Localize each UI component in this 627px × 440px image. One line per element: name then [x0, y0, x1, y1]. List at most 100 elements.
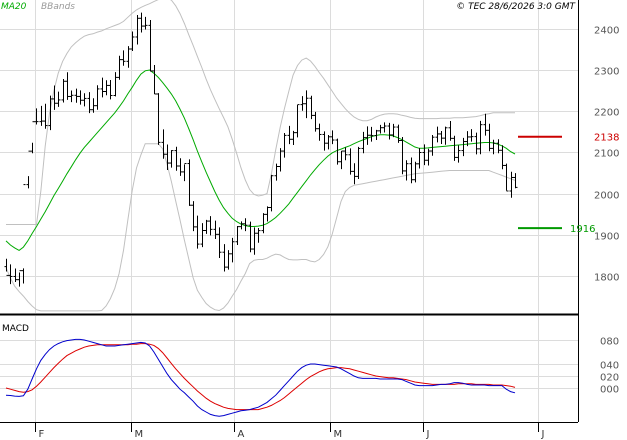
ohlc-bar	[252, 227, 257, 255]
ohlc-bar	[478, 120, 483, 155]
ohlc-bar	[452, 135, 457, 161]
ohlc-bar	[213, 220, 218, 239]
month-tick-labels: FMAMJJ	[35, 422, 545, 440]
ohlc-bar	[69, 90, 74, 103]
macd-tick-label: 000	[600, 385, 619, 396]
ohlc-bar	[17, 270, 22, 287]
ohlc-bar	[91, 98, 96, 113]
ohlc-bar	[65, 72, 70, 100]
ohlc-bar	[317, 123, 322, 141]
macd-line	[5, 338, 516, 417]
ohlc-bar	[396, 124, 401, 143]
month-tick-label: A	[238, 429, 245, 440]
ohlc-bar	[43, 103, 48, 129]
ohlc-bar	[222, 244, 227, 272]
ohlc-bar	[387, 122, 392, 140]
macd-tick-label: 040	[600, 361, 619, 372]
ohlc-bar	[95, 85, 100, 110]
ohlc-bar	[117, 55, 122, 80]
ohlc-bar	[104, 80, 109, 96]
ohlc-bar	[82, 93, 87, 107]
ohlc-bar	[261, 213, 266, 234]
ma20-layer	[5, 69, 516, 251]
price-tick-labels: 1800 1900 2000 2100 2200 2300 2400	[594, 26, 619, 284]
ohlc-bar	[87, 92, 92, 114]
ohlc-bar	[369, 126, 374, 142]
price-bars-layer	[4, 12, 518, 287]
ohlc-bar	[108, 79, 113, 100]
price-tick-label: 2000	[594, 191, 619, 202]
ohlc-bar	[513, 173, 518, 189]
ohlc-bar	[204, 219, 209, 234]
ohlc-bar	[121, 50, 126, 66]
ohlc-bar	[195, 215, 200, 249]
month-tick-label: J	[426, 429, 430, 440]
ohlc-bar	[448, 120, 453, 141]
ohlc-bar	[26, 150, 31, 189]
ohlc-bar	[496, 139, 501, 154]
ohlc-bar	[439, 131, 444, 145]
axes-layer	[0, 0, 579, 423]
legend-bbands: BBands	[41, 2, 75, 12]
ohlc-bar	[39, 105, 44, 126]
ohlc-bar	[13, 268, 18, 282]
ref-lower-label: 1916	[570, 224, 595, 235]
ohlc-bar	[335, 138, 340, 165]
ohlc-bar	[126, 46, 131, 68]
ohlc-bar	[404, 160, 409, 181]
ohlc-bar	[191, 201, 196, 232]
ohlc-bar	[461, 137, 466, 157]
ohlc-bar	[356, 146, 361, 179]
ohlc-bar	[230, 237, 235, 263]
ohlc-bar	[435, 126, 440, 143]
month-tick-label: M	[334, 429, 343, 440]
month-tick-label: F	[39, 429, 45, 440]
ohlc-bar	[226, 250, 231, 270]
ohlc-bar	[113, 72, 118, 97]
price-tick-label: 1900	[594, 232, 619, 243]
ohlc-bar	[382, 122, 387, 133]
ohlc-bar	[161, 129, 166, 159]
ohlc-bar	[143, 16, 148, 30]
ohlc-bar	[182, 163, 187, 182]
ohlc-bar	[178, 158, 183, 176]
ohlc-bar	[330, 130, 335, 145]
ohlc-bar	[500, 145, 505, 170]
ohlc-bar	[378, 124, 383, 134]
ohlc-bar	[361, 131, 366, 154]
price-tick-label: 2200	[594, 108, 619, 119]
ohlc-bar	[291, 130, 296, 146]
ohlc-bar	[400, 137, 405, 175]
ohlc-bar	[187, 159, 192, 206]
ohlc-bar	[343, 147, 348, 161]
ref-upper-label: 2138	[594, 133, 619, 144]
ohlc-bar	[443, 126, 448, 145]
month-tick-label: M	[135, 429, 144, 440]
ohlc-bar	[165, 144, 170, 171]
price-tick-label: 2300	[594, 67, 619, 78]
ohlc-bar	[148, 19, 153, 72]
ohlc-bar	[509, 171, 514, 198]
ohlc-bar	[456, 145, 461, 163]
bband-upper-line	[6, 0, 515, 225]
ohlc-bar	[469, 129, 474, 142]
ohlc-bar	[278, 148, 283, 172]
macd-tick-label: 080	[600, 337, 619, 348]
ohlc-bar	[100, 77, 105, 98]
ohlc-bar	[265, 206, 270, 222]
ohlc-bar	[487, 123, 492, 152]
reference-lines-layer	[518, 135, 562, 230]
ohlc-bar	[322, 131, 327, 151]
ohlc-bar	[78, 90, 83, 105]
month-tick-label: J	[541, 429, 545, 440]
ohlc-bar	[61, 78, 66, 103]
price-grid	[0, 0, 578, 422]
ohlc-bar	[409, 157, 414, 184]
macd-tick-label: 020	[600, 373, 619, 384]
ma20-line	[5, 69, 516, 251]
ohlc-bar	[174, 146, 179, 171]
bband-lower-line	[5, 143, 516, 312]
ohlc-bar	[339, 150, 344, 170]
ohlc-bar	[52, 85, 57, 110]
copyright-text: © TEC 28/6/2026 3:0 GMT	[456, 2, 576, 12]
